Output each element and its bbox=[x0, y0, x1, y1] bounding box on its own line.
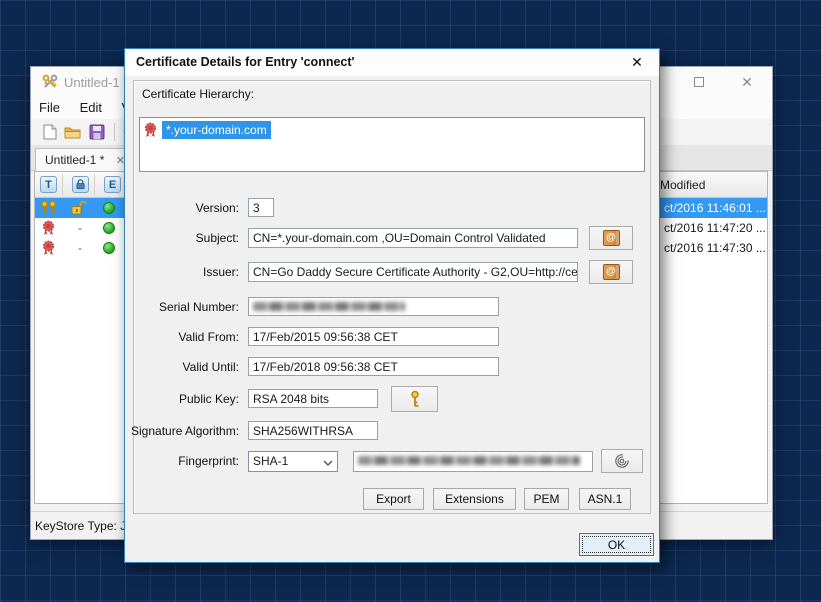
dialog-title: Certificate Details for Entry 'connect' bbox=[136, 55, 355, 69]
certificate-details-dialog: Certificate Details for Entry 'connect' … bbox=[124, 48, 660, 563]
public-key-value: RSA 2048 bits bbox=[248, 389, 378, 408]
hierarchy-item[interactable]: *.your-domain.com bbox=[143, 121, 271, 139]
valid-from-value: 17/Feb/2015 09:56:38 CET bbox=[248, 327, 499, 346]
tab-untitled-1[interactable]: Untitled-1 * ✕ bbox=[35, 148, 134, 171]
fingerprint-details-button[interactable] bbox=[601, 449, 643, 473]
public-key-label: Public Key: bbox=[131, 392, 239, 406]
signature-algorithm-value: SHA256WITHRSA bbox=[248, 421, 378, 440]
serial-number-label: Serial Number: bbox=[131, 300, 239, 314]
public-key-details-button[interactable] bbox=[391, 386, 438, 412]
asn1-button[interactable]: ASN.1 bbox=[579, 488, 631, 510]
valid-until-value: 17/Feb/2018 09:56:38 CET bbox=[248, 357, 499, 376]
key-icon bbox=[409, 390, 421, 408]
issuer-address-book-button[interactable]: @ bbox=[589, 260, 633, 284]
close-button[interactable]: ✕ bbox=[736, 72, 758, 92]
keystore-keys-icon bbox=[41, 74, 59, 95]
new-file-icon[interactable] bbox=[37, 121, 61, 143]
chevron-down-icon bbox=[323, 456, 333, 470]
valid-until-label: Valid Until: bbox=[131, 360, 239, 374]
address-book-icon: @ bbox=[603, 230, 620, 246]
hierarchy-label: Certificate Hierarchy: bbox=[142, 87, 254, 101]
expiry-ok-icon bbox=[103, 222, 115, 234]
open-folder-icon[interactable] bbox=[61, 121, 85, 143]
fingerprint-value-redacted bbox=[353, 451, 593, 472]
issuer-value: CN=Go Daddy Secure Certificate Authority… bbox=[248, 262, 578, 282]
subject-address-book-button[interactable]: @ bbox=[589, 226, 633, 250]
toolbar-separator bbox=[114, 123, 115, 141]
valid-from-label: Valid From: bbox=[131, 330, 239, 344]
dialog-close-icon[interactable]: ✕ bbox=[628, 54, 646, 71]
window-title: Untitled-1 * bbox=[64, 75, 128, 90]
last-modified-cell: ct/2016 11:46:01 ... bbox=[664, 201, 766, 215]
ok-button[interactable]: OK bbox=[579, 533, 654, 556]
lock-status-cell: - bbox=[71, 241, 89, 255]
unlocked-padlock-icon bbox=[70, 200, 87, 220]
serial-number-value-redacted bbox=[248, 297, 499, 316]
fingerprint-label: Fingerprint: bbox=[131, 454, 239, 468]
fingerprint-icon bbox=[614, 453, 630, 469]
maximize-icon bbox=[694, 77, 704, 87]
menu-edit[interactable]: Edit bbox=[72, 97, 110, 118]
export-button[interactable]: Export bbox=[363, 488, 424, 510]
menu-file[interactable]: File bbox=[31, 97, 68, 118]
last-modified-cell: ct/2016 11:47:30 ... bbox=[664, 241, 766, 255]
version-value: 3 bbox=[248, 198, 274, 217]
maximize-button[interactable] bbox=[688, 72, 710, 92]
subject-value: CN=*.your-domain.com ,OU=Domain Control … bbox=[248, 228, 578, 248]
save-icon[interactable] bbox=[85, 121, 109, 143]
redacted-text bbox=[358, 456, 580, 465]
key-pair-icon bbox=[39, 200, 59, 220]
trusted-cert-icon bbox=[143, 122, 158, 138]
version-label: Version: bbox=[131, 201, 239, 215]
type-column-icon[interactable]: T bbox=[40, 176, 57, 193]
lock-status-cell: - bbox=[71, 221, 89, 235]
trusted-cert-icon bbox=[41, 240, 56, 261]
issuer-label: Issuer: bbox=[131, 265, 239, 279]
tab-label: Untitled-1 * bbox=[45, 153, 104, 167]
fingerprint-algorithm-select[interactable]: SHA-1 bbox=[248, 451, 338, 472]
hierarchy-item-label: *.your-domain.com bbox=[162, 121, 271, 139]
lock-status-column-icon[interactable] bbox=[72, 176, 89, 193]
pem-button[interactable]: PEM bbox=[524, 488, 569, 510]
subject-label: Subject: bbox=[131, 231, 239, 245]
expiry-ok-icon bbox=[103, 202, 115, 214]
fingerprint-algorithm-value: SHA-1 bbox=[253, 454, 288, 468]
certificate-hierarchy-list[interactable]: *.your-domain.com bbox=[139, 117, 645, 172]
signature-algorithm-label: Signature Algorithm: bbox=[131, 424, 239, 438]
expiry-column-icon[interactable]: E bbox=[104, 176, 121, 193]
redacted-text bbox=[253, 302, 405, 311]
extensions-button[interactable]: Extensions bbox=[433, 488, 516, 510]
dialog-titlebar[interactable]: Certificate Details for Entry 'connect' … bbox=[125, 49, 659, 76]
address-book-icon: @ bbox=[603, 264, 620, 280]
expiry-ok-icon bbox=[103, 242, 115, 254]
last-modified-cell: ct/2016 11:47:20 ... bbox=[664, 221, 766, 235]
